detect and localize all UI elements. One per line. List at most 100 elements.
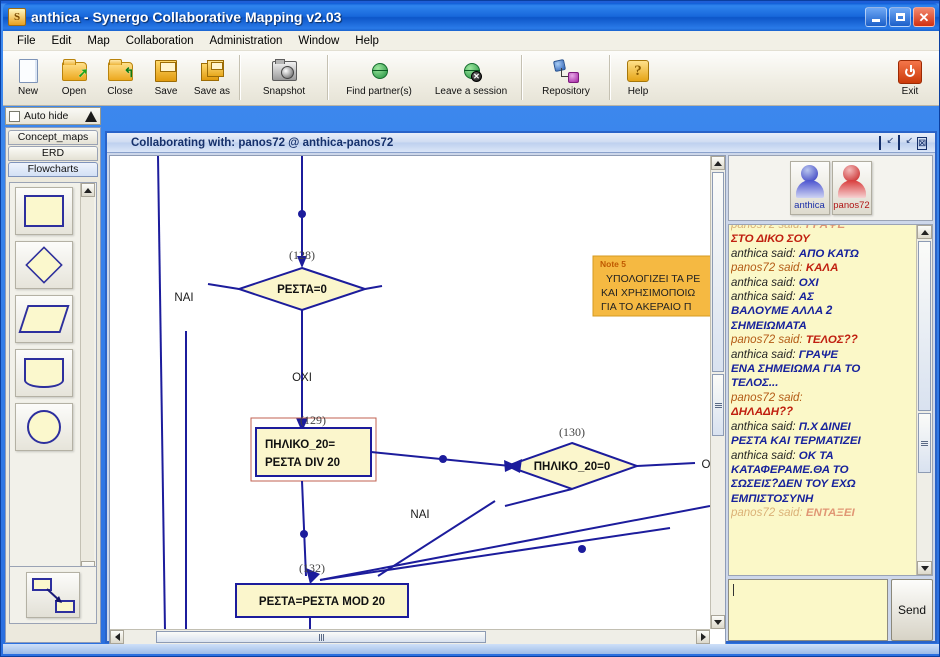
chat-author: panos72 said: xyxy=(731,334,806,347)
shape-document[interactable] xyxy=(15,349,73,397)
svg-text:Note 5: Note 5 xyxy=(600,259,626,269)
chat-vscroll-track-upper[interactable] xyxy=(918,241,931,411)
chat-scroll-grip-icon xyxy=(921,440,928,446)
save-as-button[interactable]: Save as xyxy=(189,54,235,102)
toolbar-separator-3 xyxy=(521,55,523,100)
avatar-anthica[interactable]: anthica xyxy=(789,161,830,215)
svg-text:ΝΑΙ: ΝΑΙ xyxy=(410,509,429,521)
help-button[interactable]: ? Help xyxy=(615,54,661,102)
maximize-button[interactable] xyxy=(889,7,911,27)
new-button[interactable]: New xyxy=(5,54,51,102)
shape-list xyxy=(10,183,80,575)
canvas-scroll-up-button[interactable] xyxy=(711,156,725,170)
chat-log[interactable]: panos72 said: ΓΡΑΨΕ ΣΤΟ ΔΙΚΟ ΣΟΥ anthica s… xyxy=(728,224,933,576)
save-button[interactable]: Save xyxy=(143,54,189,102)
collaboration-title-bar: Collaborating with: panos72 @ anthica-pa… xyxy=(107,133,935,153)
auto-hide-bar[interactable]: Auto hide xyxy=(5,107,101,125)
chat-scroll-up-button[interactable] xyxy=(917,225,932,239)
scroll-up-button[interactable] xyxy=(81,183,95,197)
svg-text:ΡΕΣΤΑ=0: ΡΕΣΤΑ=0 xyxy=(277,284,327,296)
minimize-button[interactable] xyxy=(865,7,887,27)
chat-text: ΑΠΟ ΚΑΤΩ xyxy=(798,247,859,260)
text-caret xyxy=(733,584,734,596)
canvas-vscroll-thumb-upper[interactable] xyxy=(712,172,724,372)
collapse-arrow-icon[interactable] xyxy=(85,110,97,122)
flowchart-canvas[interactable]: (128) ΡΕΣΤΑ=0 ΝΑΙ ΟΧΙ (129) ΠΗΛΙΚΟ_20= Ρ… xyxy=(110,156,710,629)
repository-button[interactable]: Repository xyxy=(527,54,605,102)
shape-diamond[interactable] xyxy=(15,241,73,289)
chat-text: ΡΕΣΤΑ ΚΑΙ ΤΕΡΜΑΤΙΖΕΙ xyxy=(731,435,861,448)
menu-help[interactable]: Help xyxy=(347,33,387,49)
chat-text: ΟΚ ΤΑ xyxy=(798,449,834,462)
menu-collaboration[interactable]: Collaboration xyxy=(118,33,202,49)
menu-bar: File Edit Map Collaboration Administrati… xyxy=(3,31,939,51)
scroll-grip-icon xyxy=(714,402,722,408)
canvas-hscroll-thumb[interactable] xyxy=(156,631,486,643)
chat-text: ΑΣ xyxy=(798,291,814,304)
auto-hide-checkbox[interactable] xyxy=(9,110,20,122)
menu-administration[interactable]: Administration xyxy=(202,33,291,49)
canvas-vscroll-thumb[interactable] xyxy=(712,374,724,436)
canvas-vertical-scrollbar[interactable] xyxy=(710,156,725,629)
mdi-maximize-button[interactable]: ↙ xyxy=(898,134,913,150)
chat-vertical-scrollbar[interactable] xyxy=(916,225,932,575)
chat-input[interactable] xyxy=(728,579,888,641)
connector-tool[interactable] xyxy=(26,572,80,618)
status-bar xyxy=(3,644,939,654)
collaboration-title: Collaborating with: panos72 @ anthica-pa… xyxy=(131,136,394,149)
chat-vscroll-thumb[interactable] xyxy=(918,413,931,473)
leave-session-button[interactable]: ✕ Leave a session xyxy=(425,54,517,102)
mdi-restore-button[interactable]: ↙ xyxy=(879,135,894,150)
chat-line: anthica said: ΟΚ ΤΑ xyxy=(731,449,915,463)
exit-button[interactable]: Exit xyxy=(887,54,933,102)
shape-ellipse[interactable] xyxy=(15,403,73,451)
chat-text: ΓΡΑΨΕ xyxy=(798,348,839,361)
svg-text:Ο: Ο xyxy=(702,459,710,471)
collaborators-icon xyxy=(111,135,127,151)
canvas-horizontal-scrollbar[interactable] xyxy=(110,629,710,644)
find-partners-button[interactable]: Find partner(s) xyxy=(333,54,425,102)
menu-window[interactable]: Window xyxy=(290,33,347,49)
menu-map[interactable]: Map xyxy=(79,33,117,49)
chat-text: ΒΑΛΟΥΜΕ ΑΛΛΑ 2 xyxy=(731,305,833,318)
menu-edit[interactable]: Edit xyxy=(44,33,80,49)
main-toolbar: New ➚ Open ↰ Close Save Save as Snapshot… xyxy=(3,51,939,106)
canvas-scroll-right-button[interactable] xyxy=(696,630,710,644)
avatar-panos72-label: panos72 xyxy=(833,200,870,211)
svg-text:ΠΗΛΙΚΟ_20=: ΠΗΛΙΚΟ_20= xyxy=(265,439,335,451)
tab-erd[interactable]: ERD xyxy=(8,146,98,161)
participants-list: anthica panos72 xyxy=(728,155,933,221)
tab-flowcharts[interactable]: Flowcharts xyxy=(8,162,98,177)
close-button-toolbar[interactable]: ↰ Close xyxy=(97,54,143,102)
shape-list-scrollbar[interactable] xyxy=(80,183,95,575)
exit-button-label: Exit xyxy=(901,86,919,97)
chat-text: ΣΤΟ ΔΙΚΟ ΣΟΥ xyxy=(731,233,810,246)
shape-parallelogram[interactable] xyxy=(15,295,73,343)
close-button[interactable]: ✕ xyxy=(913,7,935,27)
tab-concept-maps[interactable]: Concept_maps xyxy=(8,130,98,145)
chat-author: panos72 said: xyxy=(731,391,803,404)
chat-line: panos72 said: ΤΕΛΟΣ?? xyxy=(731,333,915,347)
canvas-scroll-down-button[interactable] xyxy=(711,615,725,629)
send-button[interactable]: Send xyxy=(891,579,933,641)
chat-line: anthica said: Π.Χ ΔΙΝΕΙ xyxy=(731,420,915,434)
snapshot-button[interactable]: Snapshot xyxy=(245,54,323,102)
chat-line: anthica said: ΑΣ xyxy=(731,290,915,304)
chat-scroll-down-button[interactable] xyxy=(917,561,932,575)
menu-file[interactable]: File xyxy=(9,33,44,49)
chat-text: ΕΝΤΑΞΕΙ xyxy=(805,507,855,520)
toolbar-separator-2 xyxy=(327,55,329,100)
avatar-panos72[interactable]: panos72 xyxy=(831,161,872,215)
canvas-scroll-left-button[interactable] xyxy=(110,630,124,644)
chat-author: anthica said: xyxy=(731,276,799,289)
open-button[interactable]: ➚ Open xyxy=(51,54,97,102)
new-button-label: New xyxy=(17,86,38,97)
chat-input-row: Send xyxy=(728,579,933,641)
help-button-label: Help xyxy=(627,86,649,97)
mdi-close-button[interactable]: ⊠ xyxy=(917,136,929,150)
svg-text:ΥΠΟΛΟΓΙΖΕΙ ΤΑ ΡΕ: ΥΠΟΛΟΓΙΖΕΙ ΤΑ ΡΕ xyxy=(606,273,700,285)
svg-text:ΟΧΙ: ΟΧΙ xyxy=(292,372,312,384)
leave-session-icon: ✕ xyxy=(457,58,485,84)
palette-tabs: Concept_maps ERD Flowcharts xyxy=(6,128,100,177)
shape-rectangle[interactable] xyxy=(15,187,73,235)
